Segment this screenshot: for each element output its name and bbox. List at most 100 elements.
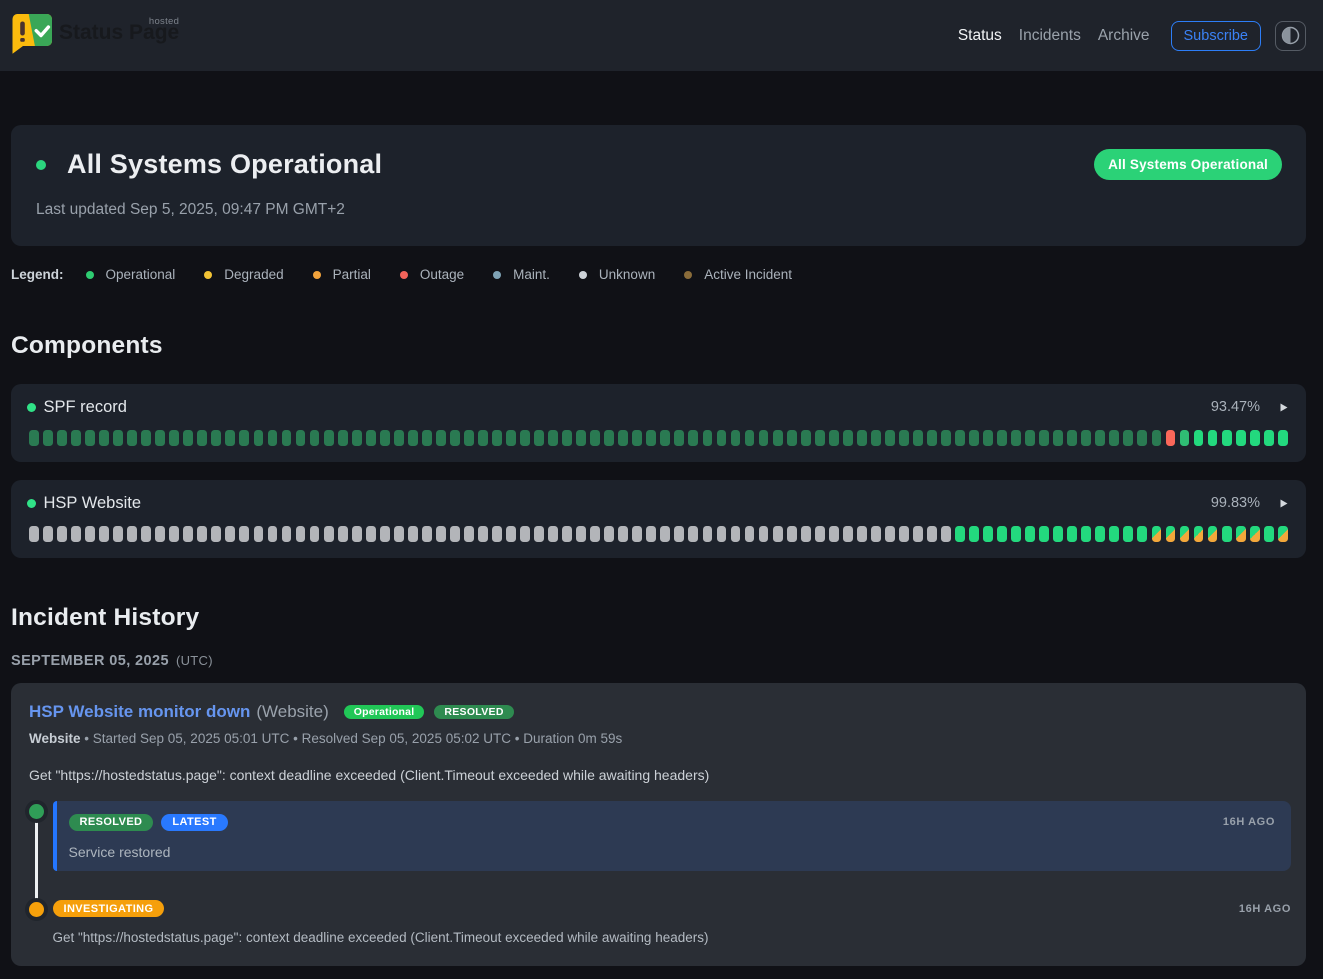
- uptime-bar-dim[interactable]: [576, 430, 586, 446]
- uptime-bar-dim[interactable]: [1152, 430, 1162, 446]
- uptime-bar-nodata[interactable]: [843, 526, 853, 542]
- uptime-bar-up[interactable]: [997, 526, 1007, 542]
- uptime-bar-dim[interactable]: [422, 430, 432, 446]
- uptime-bar-nodata[interactable]: [141, 526, 151, 542]
- uptime-bar-up[interactable]: [1222, 430, 1232, 446]
- uptime-bar-dim[interactable]: [1039, 430, 1049, 446]
- uptime-bar-mix[interactable]: [1194, 526, 1204, 542]
- theme-toggle-button[interactable]: [1275, 21, 1306, 51]
- uptime-bar-dim[interactable]: [927, 430, 937, 446]
- uptime-bar-nodata[interactable]: [296, 526, 306, 542]
- uptime-bar-up[interactable]: [983, 526, 993, 542]
- uptime-bar-dim[interactable]: [225, 430, 235, 446]
- uptime-bar-nodata[interactable]: [773, 526, 783, 542]
- uptime-bar-dim[interactable]: [534, 430, 544, 446]
- uptime-bar-dim[interactable]: [941, 430, 951, 446]
- uptime-bar-nodata[interactable]: [562, 526, 572, 542]
- uptime-bar-nodata[interactable]: [548, 526, 558, 542]
- uptime-bar-dim[interactable]: [660, 430, 670, 446]
- uptime-bar-dim[interactable]: [857, 430, 867, 446]
- uptime-bar-nodata[interactable]: [899, 526, 909, 542]
- uptime-bar-dim[interactable]: [646, 430, 656, 446]
- uptime-bar-up[interactable]: [1039, 526, 1049, 542]
- uptime-bar-dim[interactable]: [197, 430, 207, 446]
- uptime-bar-dim[interactable]: [787, 430, 797, 446]
- uptime-bar-nodata[interactable]: [85, 526, 95, 542]
- uptime-bar-dim[interactable]: [211, 430, 221, 446]
- uptime-bar-up[interactable]: [1222, 526, 1232, 542]
- uptime-bar-nodata[interactable]: [268, 526, 278, 542]
- uptime-bar-dim[interactable]: [604, 430, 614, 446]
- uptime-bar-nodata[interactable]: [436, 526, 446, 542]
- uptime-bar-nodata[interactable]: [197, 526, 207, 542]
- incident-title-link[interactable]: HSP Website monitor down: [29, 702, 250, 722]
- uptime-bar-dim[interactable]: [268, 430, 278, 446]
- uptime-bar-nodata[interactable]: [239, 526, 249, 542]
- uptime-bar-nodata[interactable]: [310, 526, 320, 542]
- nav-link-status[interactable]: Status: [958, 27, 1002, 44]
- uptime-bar-nodata[interactable]: [352, 526, 362, 542]
- uptime-bar-mix[interactable]: [1208, 526, 1218, 542]
- uptime-bar-dim[interactable]: [632, 430, 642, 446]
- uptime-bar-nodata[interactable]: [338, 526, 348, 542]
- uptime-bar-nodata[interactable]: [113, 526, 123, 542]
- uptime-bar-up[interactable]: [1137, 526, 1147, 542]
- uptime-bar-dim[interactable]: [29, 430, 39, 446]
- uptime-bar-nodata[interactable]: [99, 526, 109, 542]
- uptime-bar-dim[interactable]: [688, 430, 698, 446]
- uptime-bar-nodata[interactable]: [282, 526, 292, 542]
- uptime-bar-dim[interactable]: [759, 430, 769, 446]
- uptime-bar-up[interactable]: [1109, 526, 1119, 542]
- uptime-bar-mix[interactable]: [1278, 526, 1288, 542]
- uptime-bar-nodata[interactable]: [464, 526, 474, 542]
- uptime-bar-nodata[interactable]: [478, 526, 488, 542]
- uptime-bar-dim[interactable]: [310, 430, 320, 446]
- expand-triangle-icon[interactable]: [1280, 499, 1288, 508]
- uptime-bar-nodata[interactable]: [422, 526, 432, 542]
- uptime-bar-dim[interactable]: [520, 430, 530, 446]
- uptime-bar-nodata[interactable]: [604, 526, 614, 542]
- uptime-bar-mid[interactable]: [1180, 430, 1190, 446]
- uptime-bar-dim[interactable]: [99, 430, 109, 446]
- uptime-bar-up[interactable]: [1053, 526, 1063, 542]
- uptime-bar-dim[interactable]: [366, 430, 376, 446]
- uptime-bar-nodata[interactable]: [759, 526, 769, 542]
- uptime-bar-dim[interactable]: [829, 430, 839, 446]
- uptime-bar-dim[interactable]: [843, 430, 853, 446]
- uptime-bar-dim[interactable]: [590, 430, 600, 446]
- uptime-bar-nodata[interactable]: [703, 526, 713, 542]
- uptime-bar-dim[interactable]: [815, 430, 825, 446]
- uptime-bar-dim[interactable]: [703, 430, 713, 446]
- uptime-bar-dim[interactable]: [1095, 430, 1105, 446]
- uptime-bar-up[interactable]: [1025, 526, 1035, 542]
- uptime-bar-up[interactable]: [1250, 430, 1260, 446]
- uptime-bar-nodata[interactable]: [576, 526, 586, 542]
- uptime-bar-nodata[interactable]: [731, 526, 741, 542]
- uptime-bar-dim[interactable]: [113, 430, 123, 446]
- uptime-bar-dim[interactable]: [913, 430, 923, 446]
- uptime-bar-nodata[interactable]: [885, 526, 895, 542]
- uptime-bar-nodata[interactable]: [913, 526, 923, 542]
- uptime-bar-dim[interactable]: [324, 430, 334, 446]
- uptime-bar-nodata[interactable]: [815, 526, 825, 542]
- uptime-bar-nodata[interactable]: [632, 526, 642, 542]
- uptime-bar-nodata[interactable]: [183, 526, 193, 542]
- uptime-bar-nodata[interactable]: [618, 526, 628, 542]
- uptime-bar-nodata[interactable]: [57, 526, 67, 542]
- uptime-bar-mix[interactable]: [1250, 526, 1260, 542]
- nav-link-incidents[interactable]: Incidents: [1019, 27, 1081, 44]
- nav-link-archive[interactable]: Archive: [1098, 27, 1150, 44]
- uptime-bar-dim[interactable]: [85, 430, 95, 446]
- uptime-bar-dim[interactable]: [338, 430, 348, 446]
- uptime-bar-dim[interactable]: [885, 430, 895, 446]
- uptime-bar-dim[interactable]: [352, 430, 362, 446]
- uptime-bar-dim[interactable]: [745, 430, 755, 446]
- uptime-bar-up[interactable]: [955, 526, 965, 542]
- uptime-bar-dim[interactable]: [717, 430, 727, 446]
- brand[interactable]: Status Page hosted: [12, 0, 179, 71]
- expand-triangle-icon[interactable]: [1280, 403, 1288, 412]
- uptime-bar-dim[interactable]: [871, 430, 881, 446]
- uptime-bar-dim[interactable]: [1109, 430, 1119, 446]
- uptime-bar-dim[interactable]: [618, 430, 628, 446]
- uptime-bar-nodata[interactable]: [520, 526, 530, 542]
